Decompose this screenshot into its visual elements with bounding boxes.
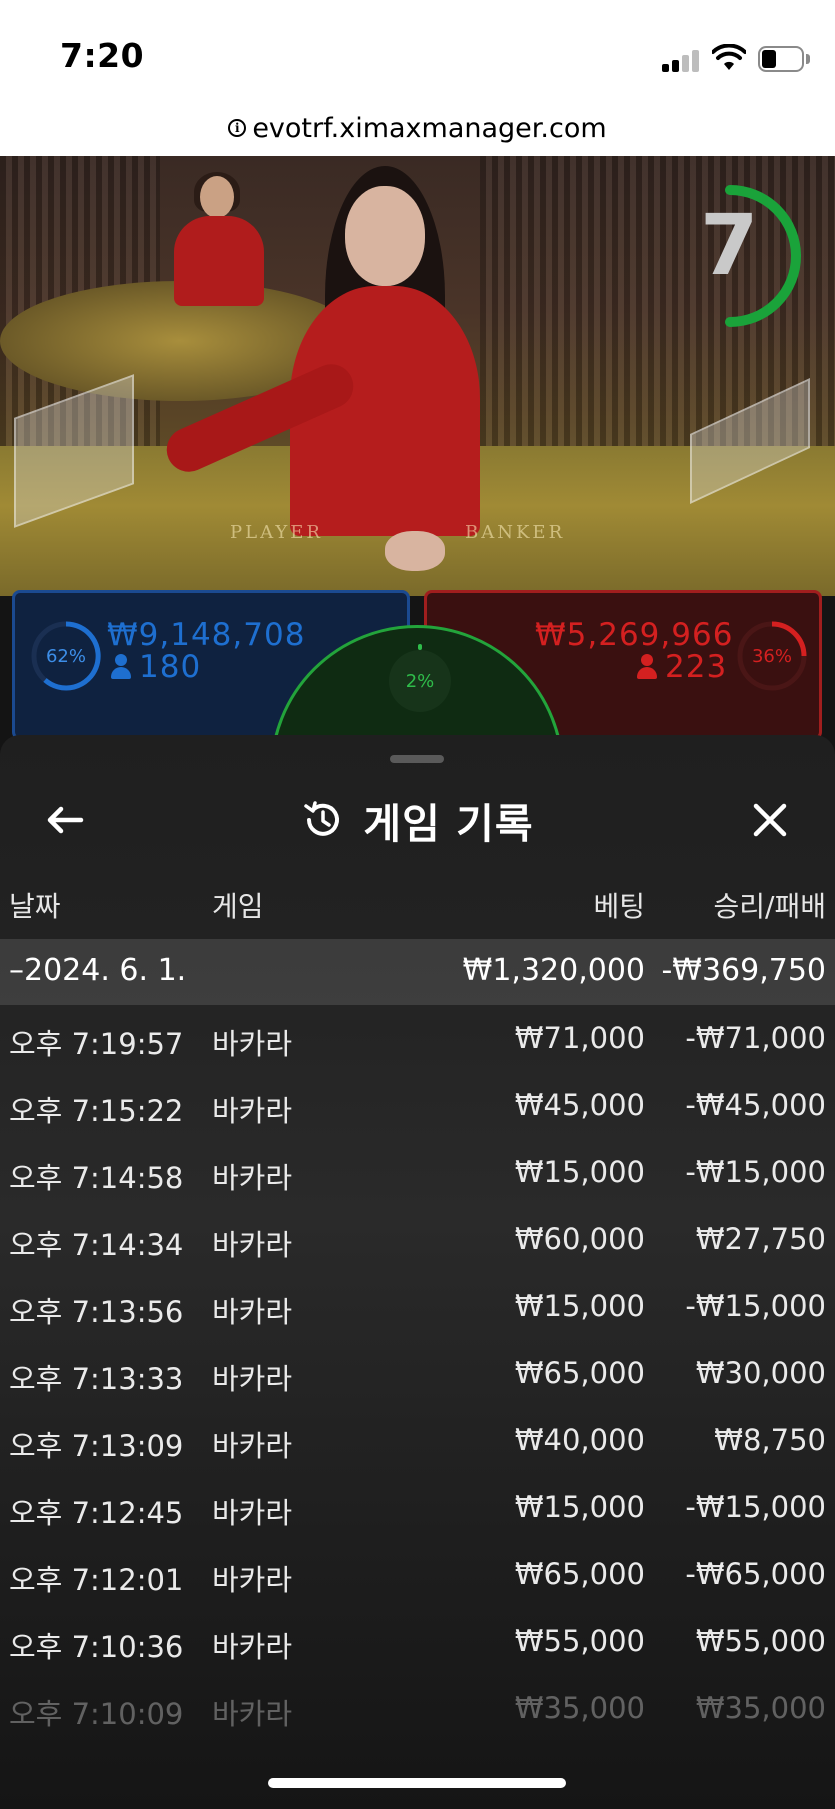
column-header-bet[interactable]: 베팅 — [593, 885, 645, 925]
row-result: ₩8,750 — [714, 1423, 826, 1457]
cellular-signal-icon — [662, 50, 702, 72]
column-header-win-loss[interactable]: 승리/패배 — [714, 885, 826, 925]
column-header-game[interactable]: 게임 — [212, 885, 264, 925]
row-time: 오후 7:13:56 — [9, 1295, 184, 1329]
row-result: ₩27,750 — [695, 1222, 826, 1256]
row-result: ₩35,000 — [695, 1691, 826, 1725]
date-group-win-loss-total: -₩369,750 — [661, 953, 826, 988]
date-group-bet-total: ₩1,320,000 — [462, 953, 645, 988]
tie-percent: 2% — [389, 650, 451, 712]
banker-count-icon — [637, 654, 657, 680]
sheet-header: 게임 기록 — [0, 775, 835, 865]
table-label-banker: BANKER — [465, 522, 566, 543]
row-result: -₩15,000 — [685, 1289, 826, 1323]
info-icon[interactable]: i — [228, 119, 247, 137]
row-result: -₩71,000 — [685, 1021, 826, 1055]
row-bet: ₩55,000 — [514, 1624, 645, 1658]
sheet-title: 게임 기록 — [363, 800, 534, 848]
home-indicator[interactable] — [268, 1778, 566, 1788]
row-time: 오후 7:19:57 — [9, 1027, 184, 1061]
row-time: 오후 7:14:58 — [9, 1161, 184, 1195]
row-game: 바카라 — [212, 1496, 293, 1530]
player-bet-amount: ₩9,148,708 — [107, 617, 306, 653]
back-button[interactable] — [40, 795, 90, 845]
row-time: 오후 7:10:09 — [9, 1697, 184, 1731]
row-time: 오후 7:13:33 — [9, 1362, 184, 1396]
row-bet: ₩65,000 — [514, 1356, 645, 1390]
player-percent: 62% — [45, 645, 86, 667]
history-row[interactable]: 오후 7:14:34 바카라 ₩60,000 ₩27,750 — [0, 1206, 835, 1273]
row-bet: ₩65,000 — [514, 1557, 645, 1591]
row-bet: ₩60,000 — [514, 1222, 645, 1256]
row-time: 오후 7:10:36 — [9, 1630, 184, 1664]
url-bar[interactable]: i evotrf.ximaxmanager.com — [0, 100, 835, 156]
row-game: 바카라 — [212, 1027, 293, 1061]
date-group-label: –2024. 6. 1. — [9, 953, 187, 988]
row-bet: ₩15,000 — [514, 1289, 645, 1323]
date-group-row[interactable]: –2024. 6. 1. ₩1,320,000 -₩369,750 — [0, 939, 835, 1005]
history-row[interactable]: 오후 7:13:09 바카라 ₩40,000 ₩8,750 — [0, 1407, 835, 1474]
history-icon — [304, 801, 340, 836]
close-button[interactable] — [745, 795, 795, 845]
row-result: ₩30,000 — [695, 1356, 826, 1390]
row-bet: ₩35,000 — [514, 1691, 645, 1725]
history-row[interactable]: 오후 7:10:09 바카라 ₩35,000 ₩35,000 — [0, 1675, 835, 1742]
history-row[interactable]: 오후 7:13:33 바카라 ₩65,000 ₩30,000 — [0, 1340, 835, 1407]
banker-bet-amount: ₩5,269,966 — [535, 617, 734, 653]
history-row[interactable]: 오후 7:19:57 바카라 ₩71,000 -₩71,000 — [0, 1005, 835, 1072]
row-game: 바카라 — [212, 1094, 293, 1128]
close-icon — [753, 803, 787, 837]
row-result: ₩55,000 — [695, 1624, 826, 1658]
row-result: -₩45,000 — [685, 1088, 826, 1122]
game-history-sheet: 게임 기록 날짜 게임 베팅 승리/패배 –2024. 6. 1. ₩1,320… — [0, 735, 835, 1809]
row-game: 바카라 — [212, 1630, 293, 1664]
sheet-grabber[interactable] — [390, 755, 444, 763]
row-game: 바카라 — [212, 1161, 293, 1195]
player-count-icon — [111, 654, 131, 680]
status-bar: 7:20 — [0, 0, 835, 100]
row-game: 바카라 — [212, 1362, 293, 1396]
live-video: PLAYER BANKER 7 — [0, 156, 835, 596]
history-row[interactable]: 오후 7:12:45 바카라 ₩15,000 -₩15,000 — [0, 1474, 835, 1541]
history-row[interactable]: 오후 7:10:36 바카라 ₩55,000 ₩55,000 — [0, 1608, 835, 1675]
row-time: 오후 7:13:09 — [9, 1429, 184, 1463]
row-time: 오후 7:12:45 — [9, 1496, 184, 1530]
row-game: 바카라 — [212, 1228, 293, 1262]
row-result: -₩65,000 — [685, 1557, 826, 1591]
row-game: 바카라 — [212, 1295, 293, 1329]
table-header: 날짜 게임 베팅 승리/패배 — [0, 885, 835, 935]
row-game: 바카라 — [212, 1563, 293, 1597]
row-bet: ₩15,000 — [514, 1490, 645, 1524]
row-bet: ₩71,000 — [514, 1021, 645, 1055]
row-bet: ₩40,000 — [514, 1423, 645, 1457]
wifi-icon — [712, 44, 746, 70]
history-row[interactable]: 오후 7:12:01 바카라 ₩65,000 -₩65,000 — [0, 1541, 835, 1608]
history-row[interactable]: 오후 7:14:58 바카라 ₩15,000 -₩15,000 — [0, 1139, 835, 1206]
history-row[interactable]: 오후 7:15:22 바카라 ₩45,000 -₩45,000 — [0, 1072, 835, 1139]
row-result: -₩15,000 — [685, 1490, 826, 1524]
url-text[interactable]: evotrf.ximaxmanager.com — [252, 113, 606, 144]
row-game: 바카라 — [212, 1429, 293, 1463]
banker-bettor-count: 223 — [665, 649, 728, 685]
row-time: 오후 7:15:22 — [9, 1094, 184, 1128]
history-row[interactable]: 오후 7:13:56 바카라 ₩15,000 -₩15,000 — [0, 1273, 835, 1340]
row-result: -₩15,000 — [685, 1155, 826, 1189]
battery-icon — [758, 46, 810, 72]
banker-percent: 36% — [751, 645, 792, 667]
row-time: 오후 7:14:34 — [9, 1228, 184, 1262]
row-game: 바카라 — [212, 1697, 293, 1731]
countdown-timer: 7 — [700, 196, 759, 294]
row-bet: ₩15,000 — [514, 1155, 645, 1189]
history-list: 오후 7:19:57 바카라 ₩71,000 -₩71,000 오후 7:15:22 바카… — [0, 1005, 835, 1742]
player-bettor-count: 180 — [139, 649, 202, 685]
arrow-left-icon — [47, 806, 84, 834]
column-header-date[interactable]: 날짜 — [9, 885, 61, 925]
row-time: 오후 7:12:01 — [9, 1563, 184, 1597]
table-label-player: PLAYER — [230, 522, 323, 543]
status-time: 7:20 — [60, 36, 145, 75]
row-bet: ₩45,000 — [514, 1088, 645, 1122]
